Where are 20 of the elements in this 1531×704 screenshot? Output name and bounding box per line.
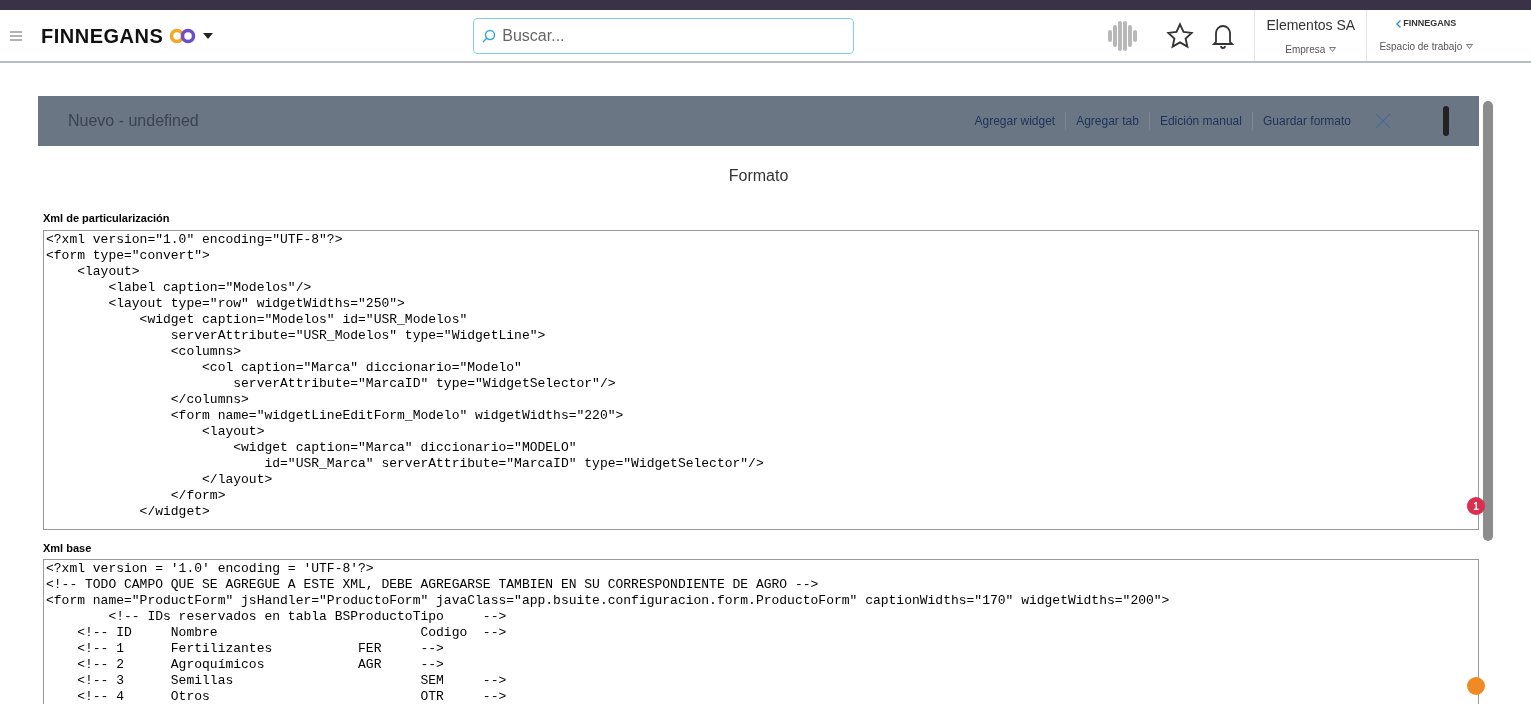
brand-logo: FINNEGANS	[41, 23, 164, 49]
menu-icon[interactable]	[10, 30, 22, 41]
modal-heading: Formato	[727, 166, 790, 186]
search-field[interactable]: Buscar...	[473, 17, 855, 54]
notification-badge[interactable]	[1467, 677, 1485, 695]
workspace-selector[interactable]: Espacio de trabajo	[1379, 38, 1463, 54]
page-scrollbar[interactable]	[1483, 101, 1493, 541]
field-label: Xml de particularización	[43, 211, 171, 226]
search-icon	[482, 28, 497, 43]
company-name[interactable]: Elementos SA	[1266, 14, 1356, 36]
caret-icon[interactable]	[203, 32, 214, 39]
star-icon[interactable]	[1166, 21, 1195, 50]
company-selector[interactable]: Empresa	[1285, 41, 1326, 57]
modal-scrollbar[interactable]	[1443, 106, 1449, 136]
workspace-logo: FINNEGANS	[1403, 17, 1457, 31]
notification-badge[interactable]: 1	[1467, 497, 1485, 515]
field-label: Xml base	[43, 540, 93, 556]
code-editor-field[interactable]: <?xml version = '1.0' encoding = 'UTF-8'?> <!-- TODO CAMPO QUE SE AGREGUE A ESTE XML, DEBE AGREGARSE TAMBIEN EN SU CORRESPONDIENTE DE AGRO --> <form name="ProductForm" jsHandler="ProductoForm" javaClass="app.bsuite.configuracion.form.ProductoForm" captionWidths="170" widgetWidths="200"> <!-- IDs reservados en tabla BSProductoTipo --> <!-- ID Nombre Codigo --> <!-- 1 Fertilizantes FER --> <!-- 2 Agroquímicos AGR --> <!-- 3 Semillas SEM --> <!-- 4 Otros OTR -->	[43, 559, 1479, 704]
chevron-icon	[1396, 20, 1402, 28]
logo-mark-icon	[169, 27, 198, 44]
